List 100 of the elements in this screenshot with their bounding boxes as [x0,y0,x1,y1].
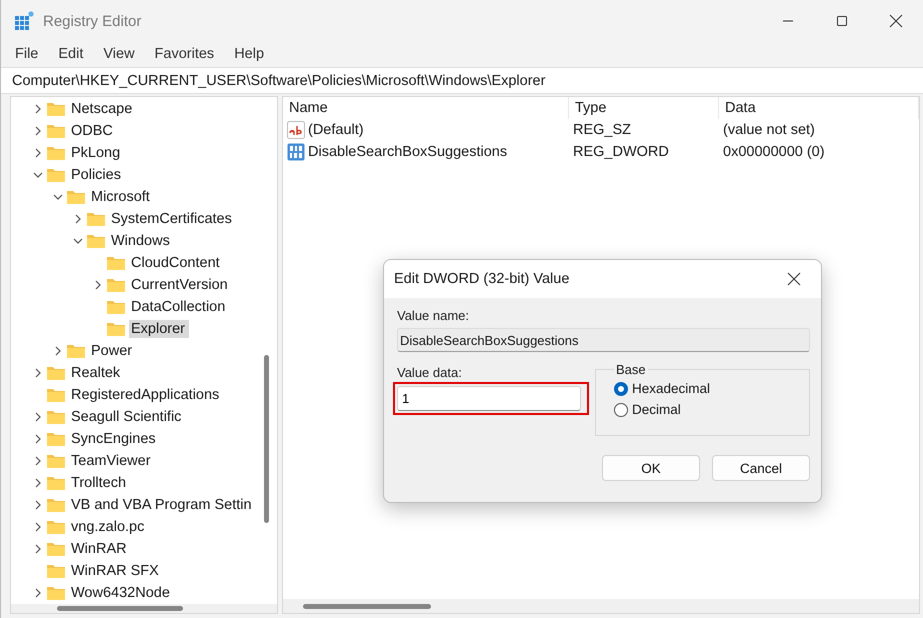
folder-icon [47,520,65,534]
dialog-button[interactable]: OK [602,455,700,481]
chevron-right-icon[interactable] [33,412,43,422]
chevron-right-icon[interactable] [33,434,43,444]
folder-icon [47,146,65,160]
tree-item[interactable]: Microsoft [89,188,154,206]
value-data-field[interactable]: 1 [397,386,581,411]
folder-icon [107,278,125,292]
table-cell-text: REG_DWORD [572,143,670,162]
tree-item[interactable]: DataCollection [129,298,230,316]
folder-icon [47,564,65,578]
folder-icon [47,102,65,116]
folder-icon [47,388,65,402]
close-icon [787,272,801,286]
tree-item[interactable]: VB and VBA Program Settin [69,496,256,514]
menu-item[interactable]: Edit [48,46,94,62]
chevron-right-icon[interactable] [33,148,43,158]
folder-icon [107,322,125,336]
folder-icon [87,234,105,248]
chevron-down-icon[interactable] [33,170,43,180]
address-bar[interactable]: Computer\HKEY_CURRENT_USER\Software\Policies\Microsoft\Windows\Explorer [1,67,923,94]
chevron-right-icon[interactable] [33,522,43,532]
chevron-down-icon[interactable] [73,236,83,246]
chevron-right-icon[interactable] [33,544,43,554]
folder-icon [47,366,65,380]
folder-icon [67,344,85,358]
field-label: Value name: [397,308,470,323]
menu-item[interactable]: Help [224,46,274,62]
chevron-right-icon[interactable] [33,126,43,136]
table-cell-text: 0x00000000 (0) [722,143,826,162]
tree-item[interactable]: Trolltech [69,474,130,492]
folder-icon [47,476,65,490]
column-header[interactable]: Name [283,97,569,119]
tree-item[interactable]: CurrentVersion [129,276,232,294]
radio-button[interactable] [614,402,628,416]
table-cell-text: (value not set) [722,121,816,140]
column-header[interactable]: Type [569,97,719,119]
radio-label[interactable]: Decimal [632,402,681,417]
chevron-right-icon[interactable] [33,456,43,466]
chevron-right-icon[interactable] [33,588,43,598]
radio-label[interactable]: Hexadecimal [632,381,710,396]
radio-button[interactable] [614,382,628,396]
value-name-field[interactable]: DisableSearchBoxSuggestions [397,328,810,352]
tree-item[interactable]: Windows [109,232,174,250]
folder-icon [67,190,85,204]
column-header[interactable]: Data [719,97,919,119]
string-value-icon [287,121,305,139]
maximize-icon [836,15,848,27]
chevron-right-icon[interactable] [73,214,83,224]
tree-item[interactable]: Realtek [69,364,124,382]
folder-icon [107,256,125,270]
tree-item[interactable]: Policies [69,166,125,184]
folder-icon [47,498,65,512]
chevron-right-icon[interactable] [93,280,103,290]
dialog-title: Edit DWORD (32-bit) Value [394,271,570,287]
tree-item[interactable]: TeamViewer [69,452,155,470]
chevron-right-icon[interactable] [33,500,43,510]
tree-item[interactable]: CloudContent [129,254,224,272]
binary-value-icon [287,143,305,161]
tree-item[interactable]: SystemCertificates [109,210,236,228]
tree-item[interactable]: Seagull Scientific [69,408,186,426]
menu-item[interactable]: Favorites [144,46,224,62]
scrollbar-thumb[interactable] [264,355,269,523]
chevron-right-icon[interactable] [53,346,63,356]
tree-item[interactable]: Wow6432Node [69,584,174,602]
scrollbar-thumb[interactable] [303,604,431,608]
folder-icon [47,432,65,446]
folder-icon [47,410,65,424]
folder-icon [107,300,125,314]
value-name[interactable]: (Default) [308,122,364,138]
folder-icon [47,124,65,138]
value-name[interactable]: DisableSearchBoxSuggestions [308,144,508,160]
field-label: Value data: [397,365,463,380]
tree-item[interactable]: RegisteredApplications [69,386,224,404]
tree-item[interactable]: ODBC [69,122,117,140]
dialog-button[interactable]: Cancel [712,455,810,481]
group-label: Base [615,362,647,377]
tree-item[interactable]: Netscape [69,100,136,118]
menu-item[interactable]: View [93,46,145,62]
tree-item[interactable]: vng.zalo.pc [69,518,148,536]
menu-item[interactable]: File [5,46,48,62]
tree-item[interactable]: Power [89,342,136,360]
chevron-right-icon[interactable] [33,478,43,488]
tree-item[interactable]: Explorer [129,320,189,338]
tree-item[interactable]: WinRAR SFX [69,562,163,580]
window-title: Registry Editor [43,12,142,30]
folder-icon [47,168,65,182]
folder-icon [47,454,65,468]
table-cell-text: REG_SZ [572,121,632,140]
registry-app-icon [14,11,34,31]
chevron-right-icon[interactable] [33,368,43,378]
chevron-down-icon[interactable] [53,192,63,202]
chevron-right-icon[interactable] [33,104,43,114]
folder-icon [87,212,105,226]
close-icon [889,14,903,28]
folder-icon [47,542,65,556]
scrollbar-thumb[interactable] [57,606,183,611]
tree-item[interactable]: PkLong [69,144,124,162]
tree-item[interactable]: SyncEngines [69,430,160,448]
tree-item[interactable]: WinRAR [69,540,131,558]
